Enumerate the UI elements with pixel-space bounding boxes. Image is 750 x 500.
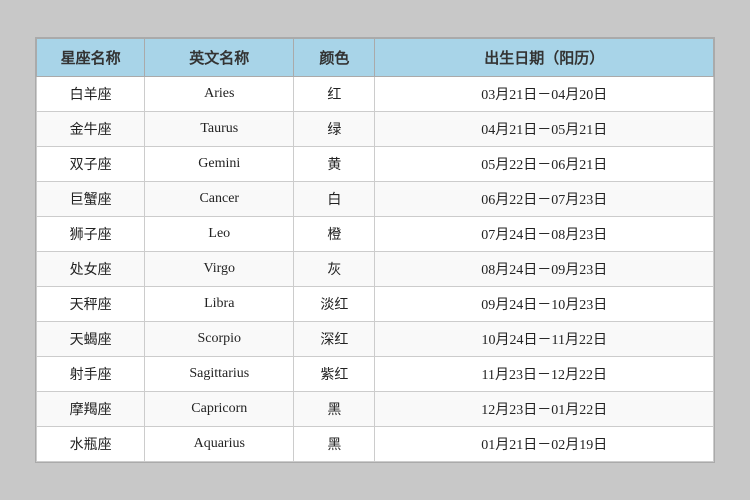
cell-english: Libra <box>145 287 294 322</box>
table-row: 天秤座Libra淡红09月24日－10月23日 <box>37 287 714 322</box>
table-header-row: 星座名称 英文名称 颜色 出生日期（阳历） <box>37 39 714 77</box>
cell-english: Virgo <box>145 252 294 287</box>
cell-english: Cancer <box>145 182 294 217</box>
cell-color: 绿 <box>294 112 375 147</box>
cell-english: Gemini <box>145 147 294 182</box>
table-row: 双子座Gemini黄05月22日－06月21日 <box>37 147 714 182</box>
cell-date: 07月24日－08月23日 <box>375 217 714 252</box>
zodiac-table: 星座名称 英文名称 颜色 出生日期（阳历） 白羊座Aries红03月21日－04… <box>36 38 714 462</box>
cell-chinese: 处女座 <box>37 252 145 287</box>
cell-chinese: 天秤座 <box>37 287 145 322</box>
cell-english: Leo <box>145 217 294 252</box>
cell-date: 08月24日－09月23日 <box>375 252 714 287</box>
cell-chinese: 水瓶座 <box>37 427 145 462</box>
cell-date: 10月24日－11月22日 <box>375 322 714 357</box>
table-row: 水瓶座Aquarius黑01月21日－02月19日 <box>37 427 714 462</box>
table-row: 白羊座Aries红03月21日－04月20日 <box>37 77 714 112</box>
cell-color: 白 <box>294 182 375 217</box>
cell-chinese: 双子座 <box>37 147 145 182</box>
cell-english: Taurus <box>145 112 294 147</box>
cell-english: Scorpio <box>145 322 294 357</box>
header-date: 出生日期（阳历） <box>375 39 714 77</box>
cell-date: 12月23日－01月22日 <box>375 392 714 427</box>
cell-date: 11月23日－12月22日 <box>375 357 714 392</box>
cell-chinese: 金牛座 <box>37 112 145 147</box>
cell-date: 01月21日－02月19日 <box>375 427 714 462</box>
cell-date: 04月21日－05月21日 <box>375 112 714 147</box>
table-row: 处女座Virgo灰08月24日－09月23日 <box>37 252 714 287</box>
cell-color: 黑 <box>294 427 375 462</box>
cell-date: 06月22日－07月23日 <box>375 182 714 217</box>
cell-chinese: 巨蟹座 <box>37 182 145 217</box>
table-row: 狮子座Leo橙07月24日－08月23日 <box>37 217 714 252</box>
cell-chinese: 白羊座 <box>37 77 145 112</box>
header-english: 英文名称 <box>145 39 294 77</box>
cell-chinese: 摩羯座 <box>37 392 145 427</box>
cell-chinese: 射手座 <box>37 357 145 392</box>
cell-color: 红 <box>294 77 375 112</box>
table-row: 金牛座Taurus绿04月21日－05月21日 <box>37 112 714 147</box>
header-color: 颜色 <box>294 39 375 77</box>
cell-color: 紫红 <box>294 357 375 392</box>
cell-chinese: 天蝎座 <box>37 322 145 357</box>
cell-english: Aries <box>145 77 294 112</box>
cell-color: 黄 <box>294 147 375 182</box>
cell-english: Aquarius <box>145 427 294 462</box>
cell-chinese: 狮子座 <box>37 217 145 252</box>
cell-english: Sagittarius <box>145 357 294 392</box>
cell-date: 03月21日－04月20日 <box>375 77 714 112</box>
zodiac-table-container: 星座名称 英文名称 颜色 出生日期（阳历） 白羊座Aries红03月21日－04… <box>35 37 715 463</box>
cell-color: 淡红 <box>294 287 375 322</box>
cell-color: 深红 <box>294 322 375 357</box>
table-row: 天蝎座Scorpio深红10月24日－11月22日 <box>37 322 714 357</box>
cell-color: 橙 <box>294 217 375 252</box>
cell-color: 灰 <box>294 252 375 287</box>
cell-english: Capricorn <box>145 392 294 427</box>
cell-date: 09月24日－10月23日 <box>375 287 714 322</box>
cell-date: 05月22日－06月21日 <box>375 147 714 182</box>
table-row: 射手座Sagittarius紫红11月23日－12月22日 <box>37 357 714 392</box>
cell-color: 黑 <box>294 392 375 427</box>
header-chinese: 星座名称 <box>37 39 145 77</box>
table-row: 摩羯座Capricorn黑12月23日－01月22日 <box>37 392 714 427</box>
table-row: 巨蟹座Cancer白06月22日－07月23日 <box>37 182 714 217</box>
